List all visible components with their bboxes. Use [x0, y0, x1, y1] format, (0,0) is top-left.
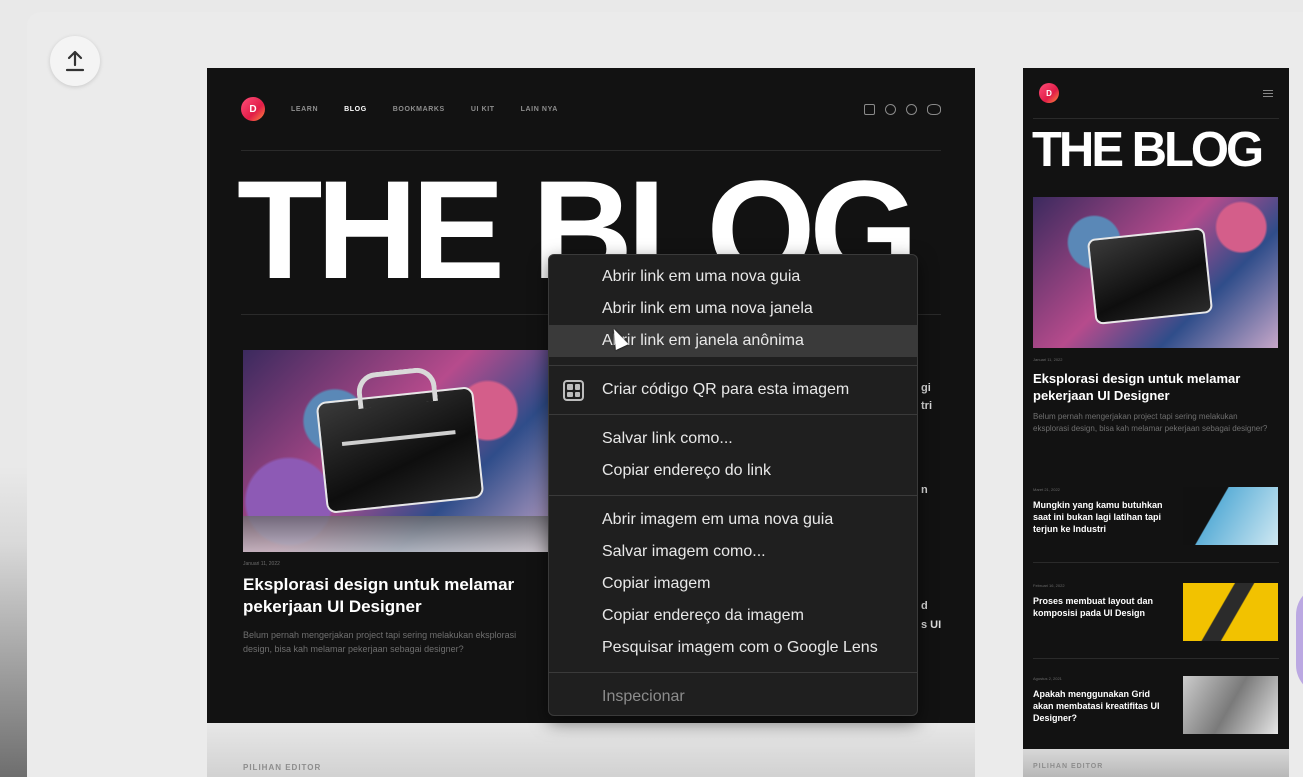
- side-text-fragment: d: [921, 600, 928, 612]
- list-item-title[interactable]: Proses membuat layout dan komposisi pada…: [1033, 595, 1163, 619]
- qr-code-icon: [563, 380, 584, 401]
- menu-copy-image[interactable]: Copiar imagem: [549, 568, 917, 600]
- twitter-icon[interactable]: [864, 103, 875, 115]
- bag-illustration: [315, 386, 485, 514]
- instagram-icon[interactable]: [885, 103, 896, 115]
- list-item-title[interactable]: Apakah menggunakan Grid akan membatasi k…: [1033, 688, 1163, 724]
- divider: [1033, 562, 1279, 563]
- side-text-fragment: tri: [921, 400, 932, 412]
- menu-open-image-new-tab[interactable]: Abrir imagem em uma nova guia: [549, 504, 917, 536]
- menu-create-qr-code[interactable]: Criar código QR para esta imagem: [549, 374, 917, 406]
- menu-separator: [549, 414, 917, 415]
- mobile-below-section: PILIHAN EDITOR: [1023, 749, 1289, 777]
- blog-title: THE BLOG: [1032, 123, 1264, 177]
- logo[interactable]: D: [241, 97, 265, 121]
- featured-image[interactable]: [1033, 197, 1278, 348]
- social-links: [864, 103, 941, 115]
- logo[interactable]: D: [1039, 83, 1059, 103]
- desktop-nav: D LEARN BLOG BOOKMARKS UI KIT LAIN NYA: [241, 97, 941, 121]
- menu-icon[interactable]: [1263, 90, 1273, 97]
- nav-ui-kit[interactable]: UI KIT: [471, 106, 495, 113]
- side-text-fragment: n: [921, 484, 928, 496]
- context-menu: Abrir link em uma nova guia Abrir link e…: [548, 254, 918, 716]
- divider: [1033, 658, 1279, 659]
- menu-separator: [549, 495, 917, 496]
- dribbble-icon[interactable]: [906, 103, 917, 115]
- post-excerpt: Belum pernah mengerjakan project tapi se…: [1033, 412, 1268, 433]
- menu-copy-link-address[interactable]: Copiar endereço do link: [549, 455, 917, 487]
- desktop-below-section: PILIHAN EDITOR: [207, 723, 975, 777]
- menu-copy-image-address[interactable]: Copiar endereço da imagem: [549, 600, 917, 632]
- post-date: Maret 21, 2022: [1033, 487, 1060, 492]
- nav-lain-nya[interactable]: LAIN NYA: [521, 106, 558, 113]
- menu-separator: [549, 365, 917, 366]
- menu-create-qr-code-label: Criar código QR para esta imagem: [602, 381, 850, 398]
- divider: [1033, 118, 1279, 119]
- post-excerpt: Belum pernah mengerjakan project tapi se…: [243, 630, 517, 654]
- menu-separator: [549, 672, 917, 673]
- image-floor: [243, 516, 549, 552]
- section-label: PILIHAN EDITOR: [1033, 763, 1104, 770]
- bag-illustration: [1086, 227, 1214, 325]
- upload-button[interactable]: [50, 36, 100, 86]
- nav-learn[interactable]: LEARN: [291, 106, 318, 113]
- menu-save-link-as[interactable]: Salvar link como...: [549, 423, 917, 455]
- featured-image[interactable]: [243, 350, 549, 552]
- medium-icon[interactable]: [927, 103, 941, 115]
- list-item-title[interactable]: Mungkin yang kamu butuhkan saat ini buka…: [1033, 499, 1163, 535]
- menu-inspect[interactable]: Inspecionar: [549, 681, 917, 713]
- side-text-fragment: gi: [921, 382, 931, 394]
- menu-save-image-as[interactable]: Salvar imagem como...: [549, 536, 917, 568]
- list-item-thumbnail[interactable]: [1183, 676, 1278, 734]
- side-text-fragment: s UI: [921, 619, 942, 631]
- post-title[interactable]: Eksplorasi design untuk melamar pekerjaa…: [243, 574, 543, 618]
- list-item-thumbnail[interactable]: [1183, 583, 1278, 641]
- post-date: Agustus 2, 2021: [1033, 676, 1062, 681]
- menu-open-link-new-window[interactable]: Abrir link em uma nova janela: [549, 293, 917, 325]
- nav-blog[interactable]: BLOG: [344, 106, 367, 113]
- upload-icon: [65, 50, 85, 72]
- post-date: Januari 11, 2022: [1033, 357, 1063, 362]
- post-date: Februari 16, 2022: [1033, 583, 1065, 588]
- post-title[interactable]: Eksplorasi design untuk melamar pekerjaa…: [1033, 370, 1263, 404]
- mobile-preview: D THE BLOG Januari 11, 2022 Eksplorasi d…: [1023, 68, 1289, 749]
- section-label: PILIHAN EDITOR: [243, 763, 322, 772]
- menu-open-link-new-tab[interactable]: Abrir link em uma nova guia: [549, 261, 917, 293]
- list-item-thumbnail[interactable]: [1183, 487, 1278, 545]
- menu-search-google-lens[interactable]: Pesquisar imagem com o Google Lens: [549, 632, 917, 664]
- menu-open-link-incognito[interactable]: Abrir link em janela anônima: [549, 325, 917, 357]
- nav-bookmarks[interactable]: BOOKMARKS: [393, 106, 445, 113]
- post-date: Januari 11, 2022: [243, 561, 280, 567]
